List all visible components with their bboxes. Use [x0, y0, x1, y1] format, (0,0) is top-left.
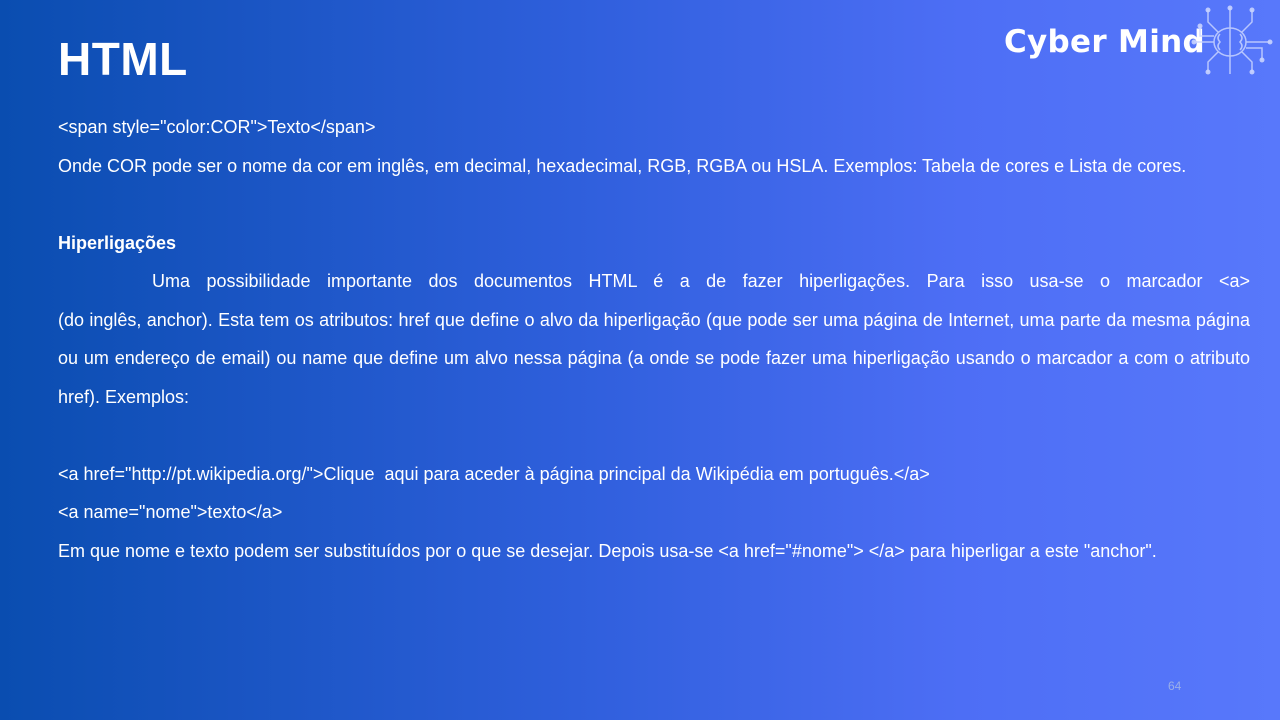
color-description: Onde COR pode ser o nome da cor em inglê…: [58, 155, 1187, 176]
slide-body: <span style="color:COR">Texto</span> Ond…: [58, 108, 1250, 570]
span-example-code: <span style="color:COR">Texto</span>: [58, 117, 376, 137]
name-example-code: <a name="nome">texto</a>: [58, 502, 283, 522]
hyperlink-intro-first-line: Uma possibilidade importante dos documen…: [152, 271, 1250, 291]
brain-circuit-icon: [1191, 5, 1273, 75]
slide-title: HTML: [58, 33, 188, 85]
section-heading: Hiperligações: [58, 232, 177, 253]
href-example-code: <a href="http://pt.wikipedia.org/">Cliqu…: [58, 463, 930, 484]
closing-paragraph: Em que nome e texto podem ser substituíd…: [58, 540, 1157, 561]
cyber-mind-logo: Cyber Mind: [1000, 4, 1276, 76]
page-number: 64: [1168, 679, 1182, 693]
logo-text: Cyber Mind: [1004, 24, 1205, 60]
hyperlink-intro: (do inglês, anchor). Esta tem os atribut…: [58, 309, 1250, 407]
